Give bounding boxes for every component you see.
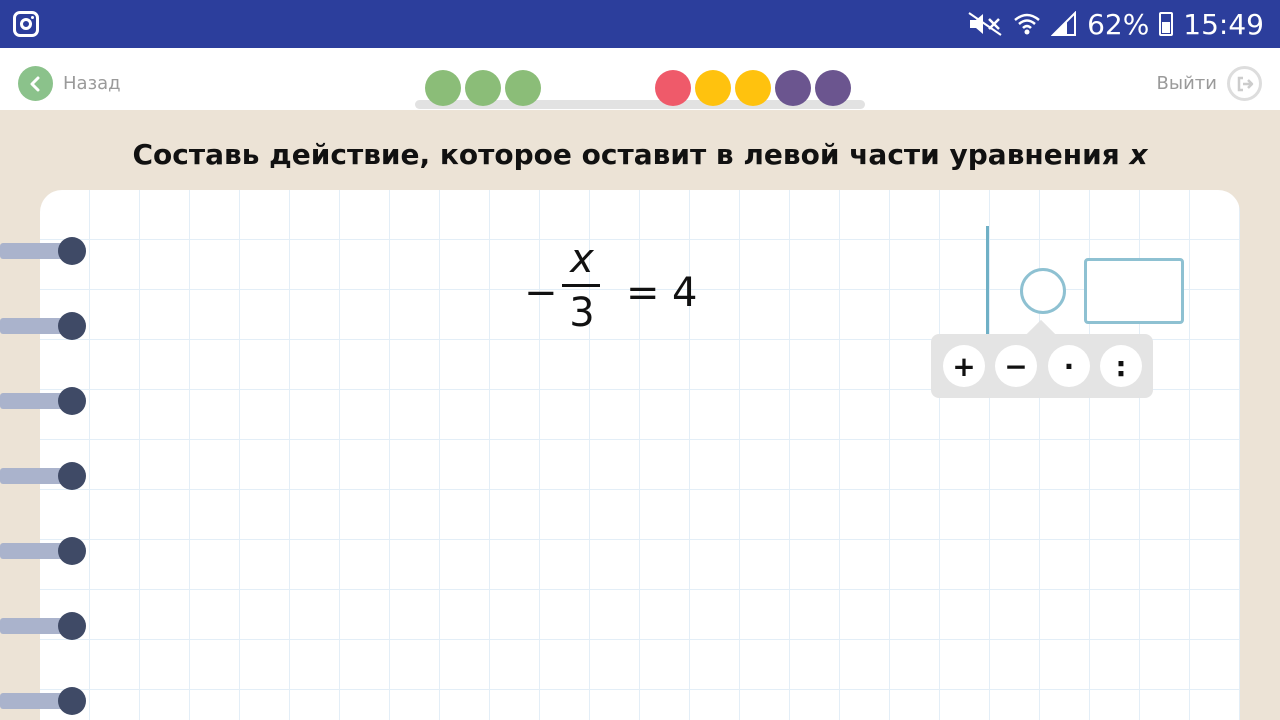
spiral-ring [0,387,88,417]
task-title-variable: x [1129,138,1148,171]
clock: 15:49 [1183,7,1264,41]
wifi-icon [1014,13,1040,35]
number-input-box[interactable] [1084,258,1184,324]
operation-picker: + − · : [931,334,1153,398]
plus-button[interactable]: + [943,345,985,387]
spiral-ring [0,462,88,492]
progress-dot-pending [695,70,731,106]
equation-denominator: 3 [569,290,595,336]
instagram-icon [13,11,39,37]
progress-dot-pending [815,70,851,106]
spiral-ring [0,537,88,567]
back-arrow-icon [18,66,53,101]
back-label: Назад [63,73,121,94]
spiral-ring [0,612,88,642]
signal-icon [1051,11,1077,36]
operation-slot[interactable] [1020,268,1066,314]
equation-equals: = [626,270,660,316]
fraction-bar [562,284,600,287]
back-button[interactable]: Назад [18,66,121,101]
equation-rhs: 4 [672,270,698,316]
progress-dot-pending [775,70,811,106]
progress-dot-pending [735,70,771,106]
exit-icon [1227,66,1262,101]
status-icons: 62% 15:49 [967,0,1264,48]
task-title-text: Составь действие, которое оставит в лево… [132,138,1120,171]
spiral-ring [0,237,88,267]
battery-percent: 62% [1087,7,1150,41]
equation-numerator: x [570,236,594,282]
spiral-ring [0,312,88,342]
exit-button[interactable]: Выйти [1157,66,1262,101]
mute-icon [968,12,1002,36]
progress-dot-done [505,70,541,106]
minus-button[interactable]: − [995,345,1037,387]
action-divider-line [986,226,989,334]
progress-dot-done [425,70,461,106]
task-title: Составь действие, которое оставит в лево… [0,138,1280,171]
progress-dot-done [465,70,501,106]
divide-button[interactable]: : [1100,345,1142,387]
equation-sign: − [524,270,558,316]
status-bar: 62% 15:49 [0,0,1280,48]
exit-label: Выйти [1156,73,1217,94]
progress-dot-current [655,70,691,106]
multiply-button[interactable]: · [1048,345,1090,387]
spiral-ring [0,687,88,717]
top-header: Назад Выйти [0,48,1280,110]
equation: − x 3 = 4 [524,236,724,342]
battery-icon [1159,12,1174,36]
